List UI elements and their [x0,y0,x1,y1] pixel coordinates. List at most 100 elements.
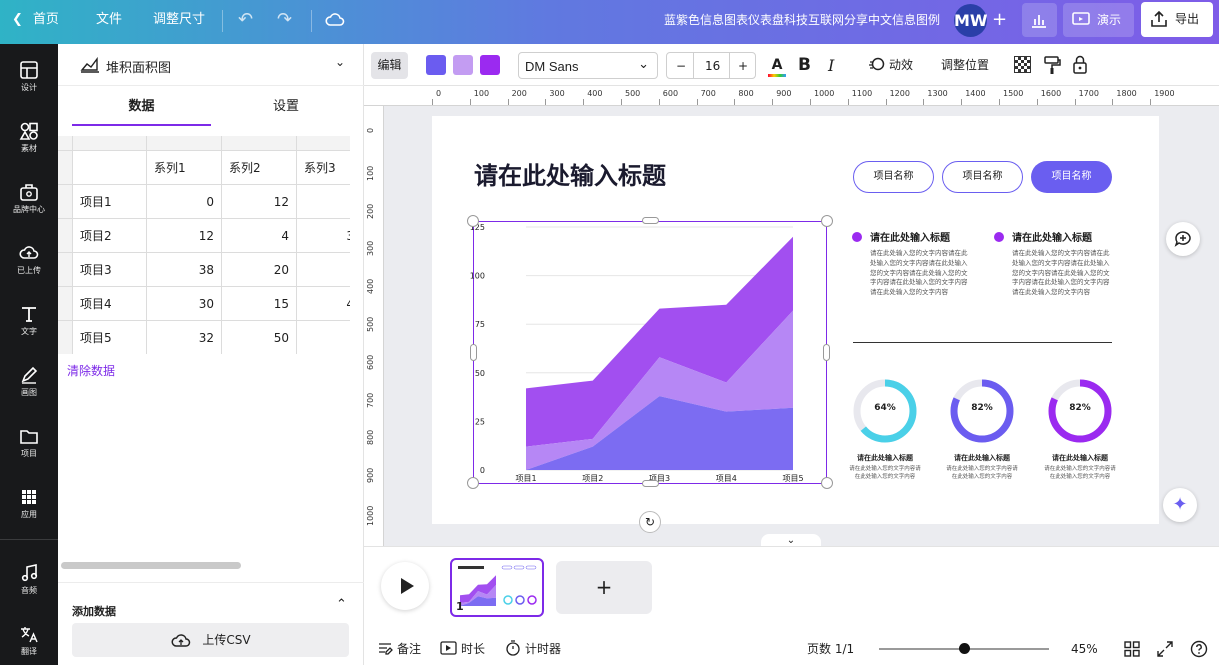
zoom-slider[interactable] [879,643,1049,654]
position-button[interactable]: 调整位置 [941,52,991,79]
table-cell[interactable]: 12 [222,185,297,219]
resize-handle[interactable] [467,477,479,489]
rotate-handle[interactable]: ↻ [639,511,661,533]
table-cell[interactable] [297,253,350,287]
insights-button[interactable] [1022,3,1057,37]
row-label[interactable]: 项目3 [73,253,147,287]
resize-handle[interactable] [821,477,833,489]
duration-button[interactable]: 时长 [440,639,485,659]
table-cell[interactable]: 15 [222,287,297,321]
color-swatch-2[interactable] [453,55,473,75]
donut-block-3[interactable]: 82% 请在此处输入标题 请在此处输入您的文字内容请在此处输入您的文字内容 [1042,378,1118,483]
page-title[interactable]: 请在此处输入标题 [474,156,666,191]
help-icon[interactable] [1190,639,1208,664]
table-header[interactable]: 系列1 [147,151,222,185]
table-cell[interactable]: 32 [147,321,222,354]
increase-font-button[interactable]: + [738,53,748,80]
rail-item-apps[interactable]: 应用 [0,475,58,535]
clear-data-link[interactable]: 清除数据 [67,362,115,379]
table-cell[interactable] [297,321,350,354]
tab-data[interactable]: 数据 [72,86,211,126]
row-handle[interactable] [58,321,73,354]
text-color-icon[interactable]: A [766,52,788,79]
table-cell[interactable]: 4 [222,219,297,253]
page-count[interactable]: 页数 1/1 [807,639,854,659]
zoom-slider-handle[interactable] [959,643,970,654]
color-swatch-3[interactable] [480,55,500,75]
decrease-font-button[interactable]: − [676,53,686,80]
table-cell[interactable] [297,185,350,219]
lock-icon[interactable] [1072,52,1090,79]
table-header[interactable]: 系列2 [222,151,297,185]
chart-type-dropdown[interactable]: 堆积面积图 ⌄ [58,44,364,86]
rail-item-audio[interactable]: 音频 [0,551,58,611]
pill-button-1[interactable]: 项目名称 [853,161,934,193]
row-handle[interactable] [58,151,73,185]
avatar[interactable]: MW [954,4,988,37]
italic-icon[interactable]: I [828,52,840,79]
column-handle[interactable] [297,136,350,151]
rail-item-projects[interactable]: 项目 [0,414,58,474]
notes-button[interactable]: 备注 [377,639,421,659]
rail-item-brand[interactable]: 品牌中心 [0,170,58,230]
font-family-select[interactable]: DM Sans ⌄ [518,52,658,79]
column-handle[interactable] [147,136,222,151]
home-button[interactable]: ❮ 首页 [12,0,59,44]
table-cell[interactable]: 30 [147,287,222,321]
collapse-pages-button[interactable]: ⌄ [761,534,821,546]
undo-icon[interactable]: ↶ [238,0,253,44]
resize-handle[interactable] [642,217,659,224]
row-handle[interactable] [58,185,73,219]
present-button[interactable]: 演示 [1063,3,1134,37]
table-cell[interactable]: 38 [147,253,222,287]
add-data-section[interactable]: 添加数据 ⌃ [58,582,364,622]
edit-button[interactable]: 编辑 [371,52,408,79]
table-cell[interactable]: 0 [147,185,222,219]
transparency-icon[interactable] [1014,56,1031,73]
magic-assistant-button[interactable]: ✦ [1163,488,1197,522]
export-button[interactable]: 导出 [1141,2,1213,37]
table-cell[interactable] [73,151,147,185]
table-cell[interactable]: 20 [222,253,297,287]
rail-item-design[interactable]: 设计 [0,48,58,108]
design-page[interactable]: 请在此处输入标题 项目名称 项目名称 项目名称 0 25 50 75 100 125 项目1… [432,116,1159,533]
donut-block-2[interactable]: 82% 请在此处输入标题 请在此处输入您的文字内容请在此处输入您的文字内容 [944,378,1020,483]
table-cell[interactable]: 12 [147,219,222,253]
pill-button-2[interactable]: 项目名称 [942,161,1023,193]
horizontal-scrollbar[interactable] [61,562,241,569]
row-handle[interactable] [58,287,73,321]
resize-handle[interactable] [470,344,477,361]
resize-handle[interactable] [467,215,479,227]
animate-button[interactable]: 动效 [868,52,918,79]
add-comment-button[interactable] [1166,222,1200,256]
rail-item-uploads[interactable]: 已上传 [0,231,58,291]
pill-button-3[interactable]: 项目名称 [1031,161,1112,193]
table-header[interactable]: 系列3 [297,151,350,185]
area-chart[interactable]: 0 25 50 75 100 125 项目1 项目2 项目3 项目4 项目5 [469,221,827,484]
canvas-workspace[interactable]: 0 100 200 300 400 500 600 700 800 900 1000 1100 1200… [364,86,1219,546]
row-label[interactable]: 项目2 [73,219,147,253]
table-cell[interactable]: 50 [222,321,297,354]
cloud-save-icon[interactable] [325,0,345,44]
redo-icon[interactable]: ↷ [277,0,292,44]
resize-handle[interactable] [821,215,833,227]
bold-icon[interactable]: B [798,52,814,79]
rail-item-translate[interactable]: 翻译 [0,612,58,672]
row-handle[interactable] [58,219,73,253]
add-page-button[interactable]: + [556,561,652,614]
upload-csv-button[interactable]: 上传CSV [72,623,349,657]
resize-menu[interactable]: 调整尺寸 [153,0,205,44]
file-menu[interactable]: 文件 [96,0,122,44]
column-handle[interactable] [73,136,147,151]
rail-item-elements[interactable]: 素材 [0,109,58,169]
row-label[interactable]: 项目1 [73,185,147,219]
grid-view-icon[interactable] [1124,639,1140,663]
tab-settings[interactable]: 设置 [211,86,361,126]
resize-handle[interactable] [642,480,659,487]
color-swatch-1[interactable] [426,55,446,75]
rail-item-draw[interactable]: 画图 [0,353,58,413]
fullscreen-icon[interactable] [1157,639,1173,663]
document-title[interactable]: 蓝紫色信息图表仪表盘科技互联网分享中文信息图例 [540,0,940,40]
resize-handle[interactable] [823,344,830,361]
paint-format-icon[interactable] [1043,52,1061,79]
